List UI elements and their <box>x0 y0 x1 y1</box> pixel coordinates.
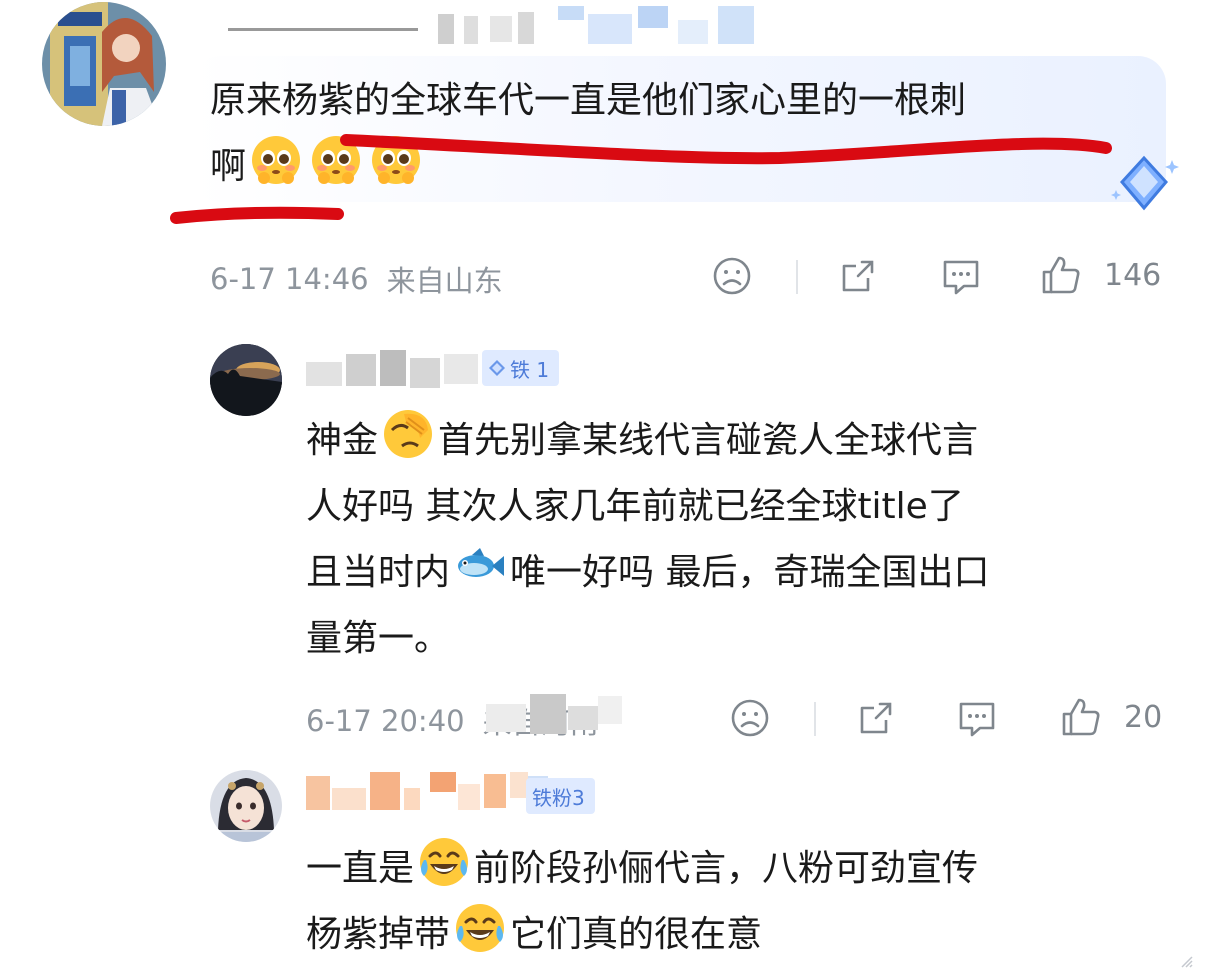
like-count: 20 <box>1124 699 1163 735</box>
comment-line: 杨紫掉带 <box>306 914 451 955</box>
comment-icon <box>959 702 995 737</box>
facepalm-emoji <box>382 408 434 460</box>
fan-level-badge: 铁 1 <box>482 350 560 386</box>
diamond-icon <box>489 360 505 376</box>
dislike-button[interactable] <box>712 256 752 296</box>
share-button[interactable] <box>838 256 878 296</box>
comment-line: 前阶段孙俪代言，八粉可劲宣传 <box>474 848 979 889</box>
badge-label: 铁 1 <box>510 357 550 382</box>
comment-line: 首先别拿某线代言碰瓷人全球代言 <box>438 420 979 461</box>
tears-of-joy-emoji <box>418 836 470 888</box>
comment-line: 量第一。 <box>306 618 451 659</box>
comment-line: 唯一好吗 最后，奇瑞全国出口 <box>510 552 990 593</box>
sad-face-icon <box>713 257 751 295</box>
username-redacted[interactable] <box>228 6 754 48</box>
share-icon <box>842 260 874 292</box>
divider <box>814 702 816 736</box>
tears-of-joy-emoji <box>454 902 506 954</box>
comment-timestamp: 6-17 20:40 <box>306 704 465 738</box>
sad-face-icon <box>731 699 769 737</box>
location-redacted <box>486 694 636 738</box>
comment-line: 原来杨紫的全球车代一直是他们家心里的一根刺 <box>210 80 967 121</box>
comment-location: 来自山东 <box>386 264 503 298</box>
comment-line: 神金 <box>306 420 379 461</box>
comment-text: 一直是 前阶段孙俪代言，八粉可劲宣传 杨紫掉带 它们真的很在意 <box>306 836 1166 968</box>
comment-text: 原来杨紫的全球车代一直是他们家心里的一根刺 啊 <box>210 68 1160 200</box>
reply-button[interactable] <box>956 698 998 740</box>
comment-icon <box>943 260 979 295</box>
avatar[interactable] <box>42 2 166 126</box>
avatar[interactable] <box>210 770 282 842</box>
share-button[interactable] <box>856 698 896 738</box>
comment-timestamp: 6-17 14:46 <box>210 262 369 296</box>
comment-line: 人好吗 其次人家几年前就已经全球title了 <box>306 486 964 527</box>
like-button[interactable]: 146 <box>1040 254 1161 296</box>
reply-button[interactable] <box>940 256 982 298</box>
username-redacted[interactable] <box>306 350 486 390</box>
comment-line: 一直是 <box>306 848 415 889</box>
comment-line: 且当时内 <box>306 552 451 593</box>
pleading-face-emoji <box>310 134 362 186</box>
comment-meta: 6-17 14:46 来自山东 <box>210 258 503 300</box>
like-count: 146 <box>1104 257 1162 293</box>
share-icon <box>860 702 892 734</box>
thumbs-up-icon <box>1062 698 1100 736</box>
divider <box>796 260 798 294</box>
comment-line: 它们真的很在意 <box>510 914 763 955</box>
fish-emoji <box>454 540 506 592</box>
scroll-grip-icon[interactable] <box>1180 955 1194 969</box>
fan-level-badge: 铁粉3 <box>526 778 595 814</box>
badge-label: 铁粉3 <box>532 785 585 810</box>
comment-line: 啊 <box>210 146 247 187</box>
pleading-face-emoji <box>370 134 422 186</box>
thumbs-up-icon <box>1042 256 1080 294</box>
comment-text: 神金 首先别拿某线代言碰瓷人全球代言 人好吗 其次人家几年前就已经全球title了… <box>306 408 1166 672</box>
pleading-face-emoji <box>250 134 302 186</box>
dislike-button[interactable] <box>730 698 770 738</box>
avatar[interactable] <box>210 344 282 416</box>
like-button[interactable]: 20 <box>1060 696 1162 738</box>
